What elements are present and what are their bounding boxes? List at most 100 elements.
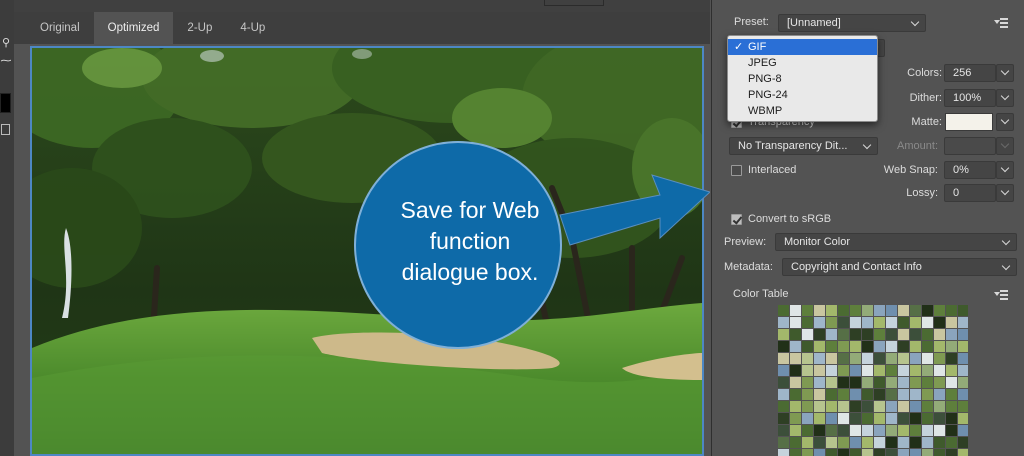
- color-swatch[interactable]: [910, 413, 921, 424]
- menu-item-jpeg[interactable]: JPEG: [728, 55, 877, 71]
- color-swatch[interactable]: [922, 377, 933, 388]
- color-swatch[interactable]: [814, 377, 825, 388]
- color-swatch[interactable]: [874, 365, 885, 376]
- color-swatch[interactable]: [910, 305, 921, 316]
- color-swatch[interactable]: [802, 329, 813, 340]
- eyedropper-tool-icon[interactable]: ⁓: [0, 54, 12, 68]
- color-swatch[interactable]: [790, 317, 801, 328]
- color-swatch[interactable]: [814, 341, 825, 352]
- color-swatch[interactable]: [838, 377, 849, 388]
- color-swatch[interactable]: [814, 437, 825, 448]
- color-swatch[interactable]: [838, 365, 849, 376]
- color-swatch[interactable]: [898, 317, 909, 328]
- color-swatch[interactable]: [790, 425, 801, 436]
- color-swatch[interactable]: [814, 329, 825, 340]
- color-swatch[interactable]: [802, 365, 813, 376]
- color-swatch[interactable]: [862, 425, 873, 436]
- color-swatch[interactable]: [826, 305, 837, 316]
- color-swatch[interactable]: [910, 377, 921, 388]
- color-swatch[interactable]: [802, 425, 813, 436]
- color-swatch[interactable]: [958, 329, 968, 340]
- color-swatch[interactable]: [826, 365, 837, 376]
- color-swatch[interactable]: [826, 341, 837, 352]
- color-swatch[interactable]: [838, 401, 849, 412]
- color-swatch[interactable]: [778, 449, 789, 456]
- eyedropper-color-swatch[interactable]: [0, 93, 11, 113]
- color-table-menu-icon[interactable]: [994, 290, 1008, 300]
- color-swatch[interactable]: [826, 425, 837, 436]
- color-swatch[interactable]: [862, 329, 873, 340]
- color-swatch[interactable]: [946, 437, 957, 448]
- color-swatch[interactable]: [958, 425, 968, 436]
- color-swatch[interactable]: [946, 365, 957, 376]
- color-swatch[interactable]: [934, 329, 945, 340]
- color-swatch[interactable]: [934, 341, 945, 352]
- color-swatch[interactable]: [922, 437, 933, 448]
- color-swatch[interactable]: [862, 413, 873, 424]
- color-swatch[interactable]: [778, 377, 789, 388]
- color-swatch[interactable]: [910, 353, 921, 364]
- color-swatch[interactable]: [922, 449, 933, 456]
- color-swatch[interactable]: [838, 317, 849, 328]
- color-swatch[interactable]: [778, 341, 789, 352]
- color-swatch[interactable]: [874, 401, 885, 412]
- matte-color-swatch[interactable]: [945, 113, 993, 131]
- color-swatch[interactable]: [934, 389, 945, 400]
- color-swatch[interactable]: [850, 437, 861, 448]
- color-swatch[interactable]: [934, 353, 945, 364]
- color-swatch[interactable]: [874, 377, 885, 388]
- color-swatch[interactable]: [922, 329, 933, 340]
- color-swatch[interactable]: [922, 353, 933, 364]
- color-swatch[interactable]: [946, 425, 957, 436]
- color-swatch[interactable]: [910, 401, 921, 412]
- color-swatch[interactable]: [874, 437, 885, 448]
- color-swatch[interactable]: [826, 413, 837, 424]
- tab-2-up[interactable]: 2-Up: [173, 12, 226, 44]
- color-swatch[interactable]: [850, 305, 861, 316]
- color-swatch[interactable]: [958, 413, 968, 424]
- color-swatch[interactable]: [946, 401, 957, 412]
- color-swatch[interactable]: [898, 329, 909, 340]
- color-swatch[interactable]: [934, 449, 945, 456]
- color-swatch[interactable]: [814, 401, 825, 412]
- color-swatch[interactable]: [922, 389, 933, 400]
- color-swatch[interactable]: [790, 401, 801, 412]
- color-swatch[interactable]: [934, 437, 945, 448]
- color-swatch[interactable]: [874, 305, 885, 316]
- color-swatch[interactable]: [898, 449, 909, 456]
- color-swatch[interactable]: [934, 413, 945, 424]
- color-swatch[interactable]: [958, 353, 968, 364]
- dither-field[interactable]: 100%: [944, 89, 996, 107]
- color-swatch[interactable]: [790, 437, 801, 448]
- color-swatch[interactable]: [886, 353, 897, 364]
- color-swatch[interactable]: [802, 413, 813, 424]
- color-swatch[interactable]: [850, 353, 861, 364]
- color-swatch[interactable]: [874, 389, 885, 400]
- color-swatch[interactable]: [862, 377, 873, 388]
- color-swatch[interactable]: [946, 389, 957, 400]
- color-swatch[interactable]: [934, 305, 945, 316]
- color-swatch[interactable]: [922, 365, 933, 376]
- color-swatch[interactable]: [898, 401, 909, 412]
- color-swatch[interactable]: [778, 425, 789, 436]
- color-swatch[interactable]: [778, 413, 789, 424]
- color-swatch[interactable]: [934, 377, 945, 388]
- color-swatch[interactable]: [802, 437, 813, 448]
- metadata-dropdown[interactable]: Copyright and Contact Info: [782, 258, 1017, 276]
- color-swatch[interactable]: [814, 425, 825, 436]
- color-swatch[interactable]: [790, 341, 801, 352]
- color-swatch[interactable]: [958, 305, 968, 316]
- optimized-image-preview[interactable]: [30, 46, 704, 456]
- color-swatch[interactable]: [910, 449, 921, 456]
- color-swatch[interactable]: [850, 449, 861, 456]
- color-swatch[interactable]: [934, 401, 945, 412]
- color-swatch[interactable]: [874, 353, 885, 364]
- color-swatch[interactable]: [814, 305, 825, 316]
- color-swatch[interactable]: [778, 317, 789, 328]
- color-swatch[interactable]: [886, 341, 897, 352]
- color-swatch[interactable]: [802, 401, 813, 412]
- color-swatch[interactable]: [850, 329, 861, 340]
- matte-stepper[interactable]: [996, 113, 1014, 131]
- color-swatch[interactable]: [838, 341, 849, 352]
- menu-item-png-8[interactable]: PNG-8: [728, 71, 877, 87]
